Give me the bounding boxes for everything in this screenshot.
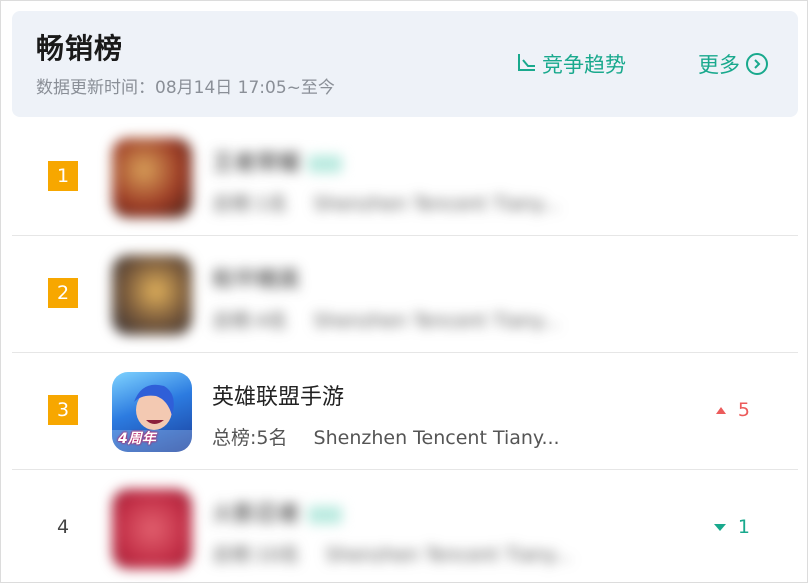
app-tag (308, 155, 343, 173)
app-meta: 总榜:4名 Shenzhen Tencent Tiany... (212, 306, 560, 333)
rank-badge: 1 (48, 161, 78, 191)
rank-change-value: 5 (737, 399, 750, 421)
rank-badge: 2 (48, 278, 78, 308)
overall-rank-text: 总榜:1名 (212, 193, 288, 215)
competition-trend-button[interactable]: 竞争趋势 (516, 48, 626, 80)
app-icon (112, 489, 192, 569)
anniversary-badge: 4周年 (118, 431, 156, 447)
overall-rank-text: 总榜:10名 (212, 544, 300, 566)
update-time-text: 数据更新时间：08月14日 17:05~至今 (36, 78, 335, 98)
app-meta: 总榜:1名 Shenzhen Tencent Tiany... (212, 189, 560, 216)
app-name: 王者荣耀 (212, 145, 343, 177)
rank-change: 5 (715, 395, 750, 425)
arrow-up-icon (715, 406, 726, 414)
app-tag (308, 506, 343, 524)
overall-rank-text: 总榜:5名 (212, 427, 288, 449)
app-name: 和平精英 (212, 268, 301, 293)
trend-chart-icon (516, 51, 538, 78)
developer-text: Shenzhen Tencent Tiany... (313, 193, 560, 215)
list-item[interactable]: 1 王者荣耀 总榜:1名 Shenzhen Tencent Tiany... (12, 119, 798, 236)
chevron-right-circle-icon (746, 53, 768, 75)
lol-mobile-app-icon: 4周年 (112, 372, 192, 452)
more-button[interactable]: 更多 (698, 48, 768, 80)
developer-text: Shenzhen Tencent Tiany... (313, 427, 560, 449)
panel-header: 畅销榜 数据更新时间：08月14日 17:05~至今 竞争趋势 更多 (12, 11, 798, 117)
app-meta: 总榜:10名 Shenzhen Tencent Tiany... (212, 540, 572, 567)
more-label: 更多 (698, 53, 740, 77)
rank-badge: 3 (48, 395, 78, 425)
arrow-down-icon (713, 523, 726, 531)
app-meta: 总榜:5名 Shenzhen Tencent Tiany... (212, 423, 560, 450)
list-item[interactable]: 2 和平精英 总榜:4名 Shenzhen Tencent Tiany... (12, 236, 798, 353)
app-icon (112, 255, 192, 335)
list-item[interactable]: 4 火影忍者 总榜:10名 Shenzhen Tencent Tiany... … (12, 470, 798, 582)
app-name: 火影忍者 (212, 496, 343, 528)
panel-title: 畅销榜 (36, 32, 124, 65)
rank-change: 1 (713, 512, 750, 542)
app-name: 英雄联盟手游 (212, 385, 345, 410)
app-icon (112, 138, 192, 218)
overall-rank-text: 总榜:4名 (212, 310, 288, 332)
rank-change-value: 1 (737, 516, 750, 538)
developer-text: Shenzhen Tencent Tiany... (325, 544, 572, 566)
bestseller-panel: 畅销榜 数据更新时间：08月14日 17:05~至今 竞争趋势 更多 1 王者荣… (0, 0, 808, 583)
developer-text: Shenzhen Tencent Tiany... (313, 310, 560, 332)
rank-number: 4 (56, 516, 70, 538)
competition-trend-label: 竞争趋势 (542, 53, 626, 77)
list-item[interactable]: 3 4周年 英雄联盟手游 总榜:5名 Shenzhen Tencent Tian… (12, 353, 798, 470)
